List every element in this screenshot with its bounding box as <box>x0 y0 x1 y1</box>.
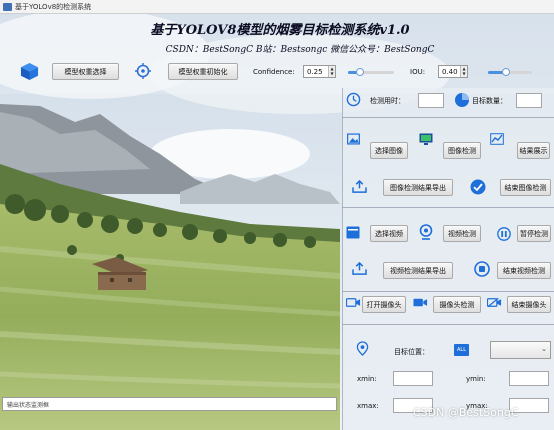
model-toolbar: 模型权重选择 模型权重初始化 Confidence: 0.25 ▲ ▼ IOU: … <box>0 62 554 84</box>
cube-icon <box>20 62 39 81</box>
iou-spin-arrows[interactable]: ▲ ▼ <box>460 66 467 77</box>
export-video-icon <box>352 262 367 275</box>
pause-icon <box>497 227 511 241</box>
target-select-dropdown[interactable]: ⌄ <box>490 341 551 359</box>
detect-time-value <box>418 93 444 108</box>
export-image-result-button[interactable]: 图像检测结果导出 <box>383 179 453 196</box>
xmin-label: xmin: <box>357 375 377 383</box>
confidence-spin-arrows[interactable]: ▲ ▼ <box>328 66 335 77</box>
export-video-result-button[interactable]: 视频检测结果导出 <box>383 262 453 279</box>
export-icon <box>352 180 367 193</box>
app-icon <box>3 3 12 11</box>
target-count-value <box>516 93 542 108</box>
detect-video-button[interactable]: 视频检测 <box>443 225 481 242</box>
section-divider <box>342 117 554 118</box>
section-divider <box>342 291 554 292</box>
chevron-down-icon: ⌄ <box>541 345 547 353</box>
video-file-icon <box>346 226 360 239</box>
line-chart-icon <box>490 133 504 145</box>
confidence-slider[interactable] <box>348 68 394 76</box>
camera-icon <box>346 298 361 307</box>
end-image-detect-button[interactable]: 结束图像检测 <box>500 179 551 196</box>
pie-chart-icon <box>455 93 469 107</box>
camera-detect-button[interactable]: 摄像头检测 <box>433 296 481 313</box>
section-divider <box>342 207 554 208</box>
window-titlebar: 基于YOLOv8的检测系统 <box>0 0 554 14</box>
ymin-value <box>509 371 549 386</box>
model-weight-select-button[interactable]: 模型权重选择 <box>52 63 119 80</box>
xmax-label: xmax: <box>357 402 379 410</box>
confidence-label: Confidence: <box>253 68 295 76</box>
iou-spinbox[interactable]: 0.40 ▲ ▼ <box>438 65 468 78</box>
check-circle-icon <box>470 179 486 195</box>
all-badge-icon: ALL <box>454 344 469 356</box>
app-background: 基于YOLOV8模型的烟雾目标检测系统v1.0 CSDN：BestSongC B… <box>0 14 554 430</box>
status-output-box: 输出状态监测框 <box>2 397 337 411</box>
iou-slider[interactable] <box>488 68 532 76</box>
open-camera-button[interactable]: 打开摄像头 <box>362 296 406 313</box>
detect-image-button[interactable]: 图像检测 <box>443 142 481 159</box>
stop-icon <box>474 261 490 277</box>
image-icon <box>347 133 360 145</box>
csdn-watermark: CSDN @BestSongC <box>413 406 519 419</box>
confidence-spinbox[interactable]: 0.25 ▲ ▼ <box>303 65 336 78</box>
window-title: 基于YOLOv8的检测系统 <box>15 3 92 11</box>
target-icon <box>135 63 151 79</box>
page-title: 基于YOLOV8模型的烟雾目标检测系统v1.0 <box>150 23 410 38</box>
iou-label: IOU: <box>410 68 426 76</box>
confidence-slider-handle[interactable] <box>355 68 364 76</box>
video-camera-icon <box>413 298 428 307</box>
target-position-label: 目标位置： <box>394 348 429 356</box>
model-weight-init-button[interactable]: 模型权重初始化 <box>168 63 238 80</box>
iou-slider-handle[interactable] <box>501 68 510 76</box>
webcam-icon <box>419 224 433 240</box>
camera-off-icon <box>487 297 502 308</box>
location-pin-icon <box>356 341 369 356</box>
image-display-area <box>0 94 340 394</box>
monitor-detect-icon <box>419 133 433 145</box>
ymin-label: ymin: <box>466 375 486 383</box>
clock-icon <box>346 92 361 107</box>
show-result-button[interactable]: 结果展示 <box>517 142 550 159</box>
detect-time-label: 检测用时： <box>370 97 405 105</box>
section-divider <box>342 324 554 325</box>
select-video-button[interactable]: 选择视频 <box>370 225 408 242</box>
end-camera-button[interactable]: 结束摄像头 <box>507 296 551 313</box>
target-count-label: 目标数量： <box>472 97 507 105</box>
page-subtitle: CSDN：BestSongC B站：Bestsongc 微信公众号：BestSo… <box>165 45 435 55</box>
end-video-detect-button[interactable]: 结束视频检测 <box>497 262 551 279</box>
select-image-button[interactable]: 选择图像 <box>370 142 408 159</box>
xmin-value <box>393 371 433 386</box>
pause-detect-button[interactable]: 暂停检测 <box>517 225 551 242</box>
